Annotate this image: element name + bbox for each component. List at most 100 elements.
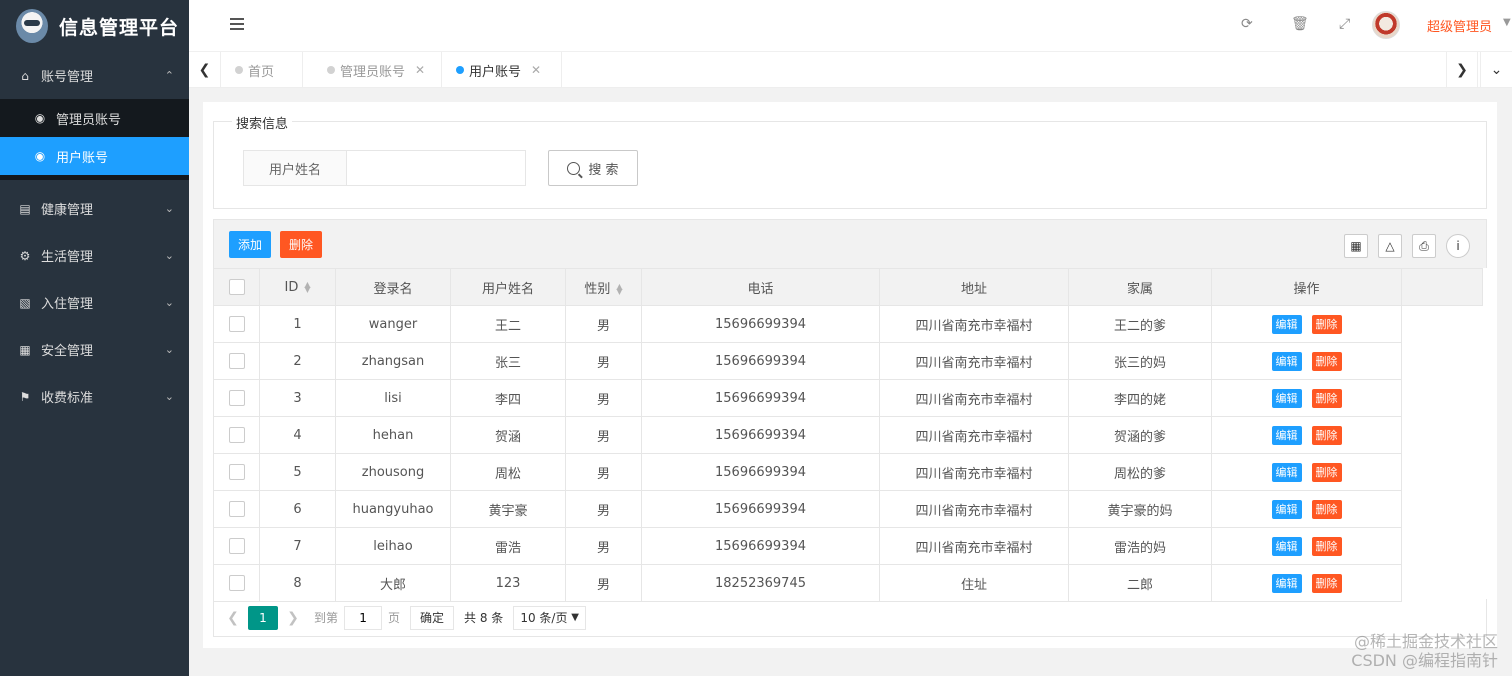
card-icon: ▤ bbox=[19, 201, 31, 216]
cell-family: 二郎 bbox=[1068, 564, 1212, 602]
tab-label: 管理员账号 bbox=[340, 64, 406, 80]
tab-home[interactable]: 首页 bbox=[223, 52, 303, 88]
row-checkbox[interactable] bbox=[228, 575, 245, 591]
edit-button[interactable]: 编辑 bbox=[1271, 462, 1302, 482]
cell-name: 123 bbox=[450, 564, 566, 602]
cell-family: 黄宇豪的妈 bbox=[1068, 490, 1212, 528]
columns-icon[interactable]: ▦ bbox=[1344, 234, 1368, 258]
delete-button[interactable]: 删除 bbox=[1311, 425, 1342, 445]
column-header-id[interactable]: ID ▲ ▼ bbox=[259, 268, 336, 306]
batch-delete-button[interactable]: 删除 bbox=[280, 231, 322, 258]
cell-address: 四川省南充市幸福村 bbox=[879, 305, 1069, 343]
cell-family: 贺涵的爹 bbox=[1068, 416, 1212, 454]
tab-scroll-left-icon[interactable]: ❮ bbox=[189, 52, 221, 88]
menu-toggle-icon[interactable] bbox=[230, 18, 244, 33]
delete-button[interactable]: 删除 bbox=[1311, 536, 1342, 556]
chevron-down-icon: ⌄ bbox=[164, 249, 174, 262]
tab-user-account[interactable]: 用户账号 ✕ bbox=[444, 52, 562, 88]
info-icon[interactable]: i bbox=[1446, 234, 1470, 258]
search-button[interactable]: 搜 索 bbox=[548, 150, 638, 186]
caret-down-icon[interactable]: ▼ bbox=[1503, 17, 1511, 28]
home-icon: ⌂ bbox=[21, 68, 29, 83]
sidebar-item-admin-account[interactable]: ◉ 管理员账号 bbox=[0, 99, 189, 137]
close-icon[interactable]: ✕ bbox=[415, 63, 425, 77]
cell-address: 四川省南充市幸福村 bbox=[879, 342, 1069, 380]
delete-button[interactable]: 删除 bbox=[1311, 351, 1342, 371]
prev-page-icon[interactable]: ❮ bbox=[218, 610, 248, 626]
nav-item-life[interactable]: ⚙ 生活管理 ⌄ bbox=[0, 232, 189, 279]
edit-button[interactable]: 编辑 bbox=[1271, 351, 1302, 371]
search-input[interactable] bbox=[346, 150, 526, 186]
cell-phone: 15696699394 bbox=[641, 342, 880, 380]
column-header-address: 地址 bbox=[879, 268, 1069, 306]
delete-button[interactable]: 删除 bbox=[1311, 388, 1342, 408]
page-size-select[interactable]: 10 条/页 ▼ bbox=[513, 605, 586, 630]
sidebar-item-user-account[interactable]: ◉ 用户账号 bbox=[0, 137, 189, 175]
search-button-label: 搜 索 bbox=[588, 162, 619, 178]
cell-login: leihao bbox=[335, 527, 451, 565]
nav-label: 管理员账号 bbox=[56, 112, 122, 128]
row-checkbox[interactable] bbox=[228, 316, 245, 332]
edit-button[interactable]: 编辑 bbox=[1271, 573, 1302, 593]
trash-icon[interactable]: 🗑 bbox=[1291, 16, 1309, 32]
edit-button[interactable]: 编辑 bbox=[1271, 314, 1302, 334]
sort-icon[interactable]: ▲ ▼ bbox=[304, 281, 310, 294]
refresh-icon[interactable]: ⟳ bbox=[1241, 16, 1253, 32]
next-page-icon[interactable]: ❯ bbox=[278, 610, 308, 626]
cell-phone: 15696699394 bbox=[641, 527, 880, 565]
row-select-cell bbox=[213, 379, 260, 417]
cell-spacer bbox=[1401, 416, 1483, 454]
sort-icon[interactable]: ▲ ▼ bbox=[616, 283, 622, 296]
nav-item-fees[interactable]: ⚑ 收费标准 ⌄ bbox=[0, 373, 189, 420]
avatar[interactable] bbox=[1372, 11, 1400, 39]
row-checkbox[interactable] bbox=[228, 427, 245, 443]
current-page[interactable]: 1 bbox=[248, 605, 278, 630]
edit-button[interactable]: 编辑 bbox=[1271, 536, 1302, 556]
row-checkbox[interactable] bbox=[228, 390, 245, 406]
delete-button[interactable]: 删除 bbox=[1311, 462, 1342, 482]
add-button[interactable]: 添加 bbox=[229, 231, 271, 258]
delete-button[interactable]: 删除 bbox=[1311, 499, 1342, 519]
cell-actions: 编辑 删除 bbox=[1211, 416, 1402, 454]
cell-gender: 男 bbox=[565, 453, 642, 491]
tab-scroll-right-icon[interactable]: ❯ bbox=[1446, 52, 1478, 88]
row-checkbox[interactable] bbox=[228, 353, 245, 369]
tab-menu-chevron-down-icon[interactable]: ⌄ bbox=[1480, 52, 1512, 88]
cell-address: 四川省南充市幸福村 bbox=[879, 490, 1069, 528]
row-checkbox[interactable] bbox=[228, 538, 245, 554]
close-icon[interactable]: ✕ bbox=[531, 63, 541, 77]
column-header-gender[interactable]: 性别 ▲ ▼ bbox=[565, 268, 642, 306]
edit-button[interactable]: 编辑 bbox=[1271, 499, 1302, 519]
row-checkbox[interactable] bbox=[228, 464, 245, 480]
nav-item-health[interactable]: ▤ 健康管理 ⌄ bbox=[0, 185, 189, 232]
goto-page-input[interactable] bbox=[344, 605, 383, 630]
cell-name: 王二 bbox=[450, 305, 566, 343]
print-icon[interactable]: ⎙ bbox=[1412, 234, 1436, 258]
goto-confirm-button[interactable]: 确定 bbox=[410, 605, 455, 630]
nav-item-checkin[interactable]: ▧ 入住管理 ⌄ bbox=[0, 279, 189, 326]
column-header-login: 登录名 bbox=[335, 268, 451, 306]
chevron-down-icon: ▼ bbox=[571, 612, 579, 623]
edit-button[interactable]: 编辑 bbox=[1271, 388, 1302, 408]
search-field-label: 用户姓名 bbox=[243, 150, 347, 186]
cell-actions: 编辑 删除 bbox=[1211, 342, 1402, 380]
delete-button[interactable]: 删除 bbox=[1311, 314, 1342, 334]
cell-name: 张三 bbox=[450, 342, 566, 380]
table-row: 4 hehan 贺涵男 15696699394 四川省南充市幸福村 贺涵的爹 编辑 删除 bbox=[213, 416, 1483, 454]
column-header-spacer bbox=[1401, 268, 1483, 306]
edit-button[interactable]: 编辑 bbox=[1271, 425, 1302, 445]
nav-label: 安全管理 bbox=[41, 344, 94, 359]
cell-gender: 男 bbox=[565, 564, 642, 602]
tab-admin-account[interactable]: 管理员账号 ✕ bbox=[315, 52, 442, 88]
user-name[interactable]: 超级管理员 bbox=[1427, 16, 1492, 35]
nav-item-security[interactable]: ▦ 安全管理 ⌄ bbox=[0, 326, 189, 373]
user-table: ID ▲ ▼ 登录名 用户姓名 性别 ▲ ▼ 电话 地址 家属 操作 1 wanger 王二… bbox=[213, 268, 1483, 602]
chevron-down-icon: ⌄ bbox=[164, 202, 174, 215]
delete-button[interactable]: 删除 bbox=[1311, 573, 1342, 593]
fullscreen-icon[interactable]: ⤢ bbox=[1339, 16, 1350, 32]
nav-item-account-management[interactable]: ⌂ 账号管理 ⌃ bbox=[0, 52, 189, 99]
row-checkbox[interactable] bbox=[228, 501, 245, 517]
dashboard-icon: ◉ bbox=[34, 149, 46, 163]
select-all-checkbox[interactable] bbox=[228, 279, 245, 295]
export-icon[interactable]: △ bbox=[1378, 234, 1402, 258]
